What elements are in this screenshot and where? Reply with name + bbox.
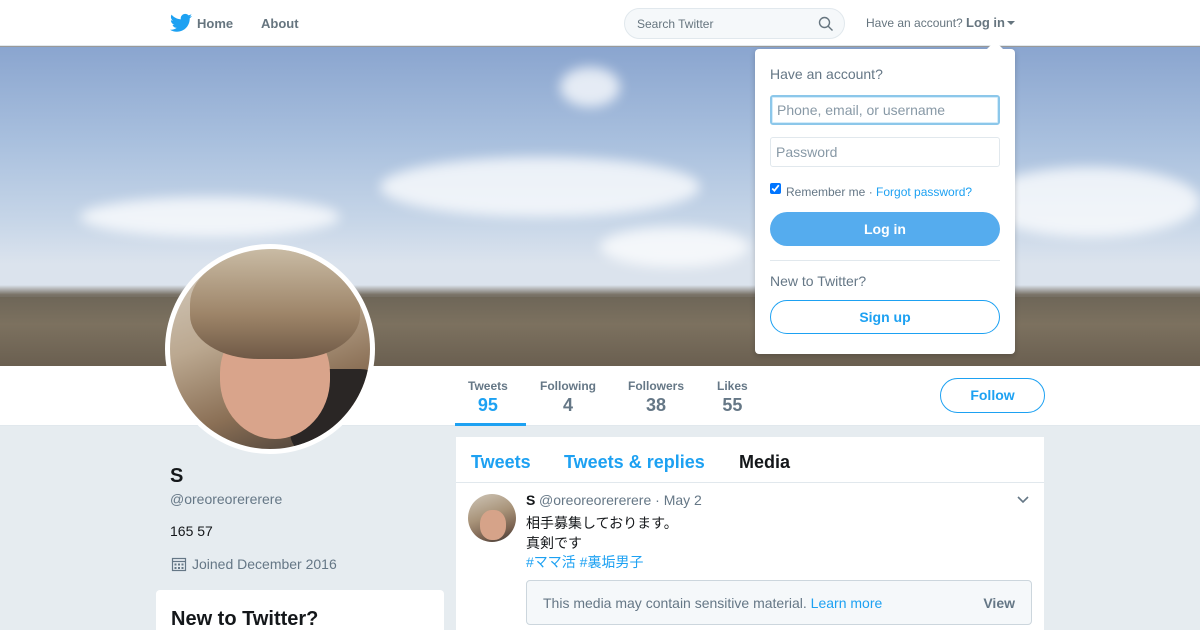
banner-cloud bbox=[380, 157, 700, 217]
dropdown-divider bbox=[770, 260, 1000, 261]
profile-bio: 165 57 bbox=[170, 523, 213, 539]
tweet-author-name[interactable]: S bbox=[526, 492, 535, 508]
follow-button[interactable]: Follow bbox=[940, 378, 1045, 413]
search-icon[interactable] bbox=[818, 16, 834, 32]
remember-me-checkbox[interactable] bbox=[770, 183, 781, 194]
remember-me-row: Remember me · Forgot password? bbox=[786, 185, 972, 199]
login-dropdown-title: Have an account? bbox=[770, 66, 883, 82]
sensitive-notice-text: This media may contain sensitive materia… bbox=[543, 595, 882, 611]
joined-date: Joined December 2016 bbox=[192, 556, 337, 572]
nav-home-link[interactable]: Home bbox=[197, 16, 233, 31]
search-placeholder[interactable]: Search Twitter bbox=[637, 17, 713, 31]
stat-likes[interactable]: Likes 55 bbox=[717, 379, 748, 416]
profile-name[interactable]: S bbox=[170, 465, 183, 488]
login-button[interactable]: Log in bbox=[770, 212, 1000, 246]
stat-label: Likes bbox=[717, 379, 748, 393]
stat-tweets[interactable]: Tweets 95 bbox=[468, 379, 508, 416]
timeline-tabs: Tweets Tweets & replies Media bbox=[456, 437, 1044, 483]
signup-button[interactable]: Sign up bbox=[770, 300, 1000, 334]
password-field[interactable] bbox=[770, 137, 1000, 167]
tweet-avatar[interactable] bbox=[468, 494, 516, 542]
login-dropdown: Have an account? Remember me · Forgot pa… bbox=[755, 41, 1015, 354]
dropdown-arrow bbox=[987, 41, 1003, 49]
sensitive-message: This media may contain sensitive materia… bbox=[543, 595, 807, 611]
nav-about-link[interactable]: About bbox=[261, 16, 299, 31]
tweet-hashtags[interactable]: #ママ活 #裏垢男子 bbox=[526, 552, 643, 572]
stat-label: Followers bbox=[628, 379, 685, 393]
caret-down-icon[interactable] bbox=[1007, 21, 1015, 25]
have-account-label: Have an account? bbox=[866, 16, 963, 30]
tab-media[interactable]: Media bbox=[739, 452, 790, 473]
tweet-text-line: 相手募集しております。 bbox=[526, 515, 678, 531]
chevron-down-icon[interactable] bbox=[1017, 496, 1029, 504]
tweet-text-line: 真剣です bbox=[526, 535, 582, 551]
sensitive-media-notice: This media may contain sensitive materia… bbox=[526, 580, 1032, 625]
stat-following[interactable]: Following 4 bbox=[540, 379, 596, 416]
calendar-icon bbox=[171, 557, 187, 572]
login-dropdown-toggle[interactable]: Log in bbox=[966, 15, 1005, 30]
stat-label: Tweets bbox=[468, 379, 508, 393]
timeline: Tweets Tweets & replies Media S @oreoreo… bbox=[456, 437, 1044, 630]
profile-handle[interactable]: @oreoreorererere bbox=[170, 491, 282, 507]
stat-followers[interactable]: Followers 38 bbox=[628, 379, 684, 416]
stat-value: 55 bbox=[722, 395, 743, 415]
avatar-hair bbox=[190, 249, 360, 359]
banner-cloud bbox=[80, 197, 340, 237]
active-stat-underline bbox=[455, 423, 526, 426]
new-to-twitter-label: New to Twitter? bbox=[770, 273, 867, 289]
remember-me-label[interactable]: Remember me · bbox=[786, 185, 873, 199]
stat-value: 38 bbox=[645, 395, 667, 415]
avatar-photo bbox=[170, 249, 370, 449]
profile-avatar[interactable] bbox=[165, 244, 375, 454]
view-media-button[interactable]: View bbox=[983, 595, 1015, 611]
stat-label: Following bbox=[540, 379, 596, 393]
top-nav: Home About Search Twitter Have an accoun… bbox=[0, 0, 1200, 46]
banner-cloud bbox=[560, 67, 620, 107]
tab-tweets-replies[interactable]: Tweets & replies bbox=[564, 452, 705, 473]
tab-tweets[interactable]: Tweets bbox=[471, 452, 531, 473]
twitter-bird-icon[interactable] bbox=[170, 13, 192, 33]
stat-value: 4 bbox=[562, 395, 573, 415]
learn-more-link[interactable]: Learn more bbox=[811, 595, 883, 611]
tweet-handle-date[interactable]: @oreoreorererere · May 2 bbox=[539, 492, 702, 508]
search-box[interactable]: Search Twitter bbox=[624, 8, 845, 39]
forgot-password-link[interactable]: Forgot password? bbox=[876, 185, 972, 199]
new-to-twitter-title: New to Twitter? bbox=[171, 608, 319, 630]
stat-value: 95 bbox=[477, 395, 498, 415]
username-field[interactable] bbox=[770, 95, 1000, 125]
new-to-twitter-box: New to Twitter? bbox=[156, 590, 444, 630]
banner-cloud bbox=[600, 227, 750, 267]
